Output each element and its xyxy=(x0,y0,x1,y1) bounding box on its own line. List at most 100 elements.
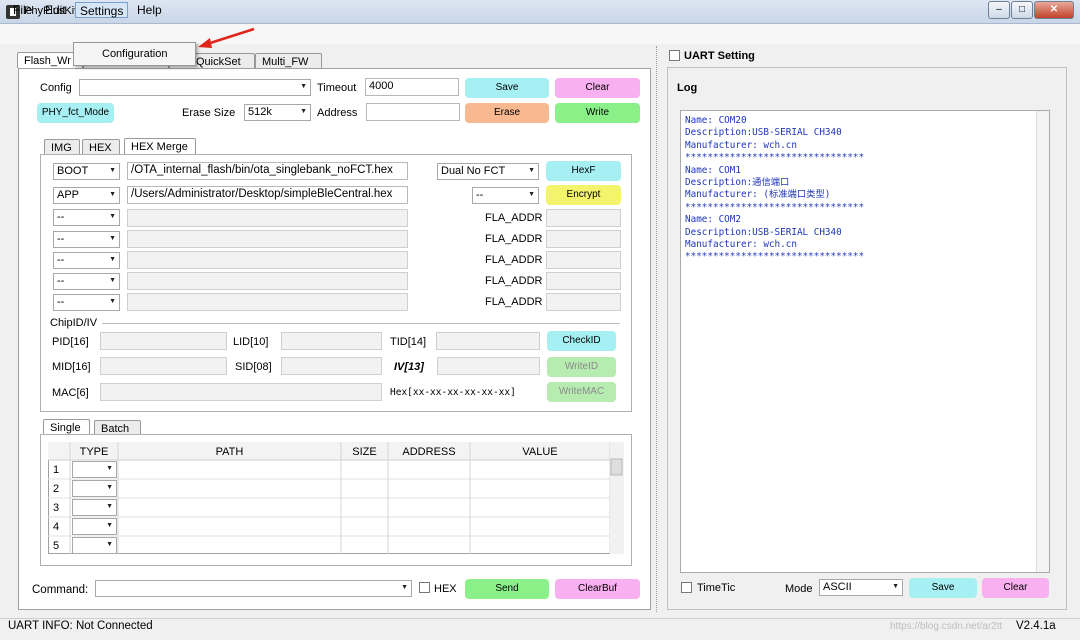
tab-multi-fw[interactable]: Multi_FW xyxy=(255,53,322,69)
mode-combo[interactable]: ASCII xyxy=(819,579,903,596)
col-address: ADDRESS xyxy=(402,446,456,458)
timeout-input[interactable]: 4000 xyxy=(365,78,459,96)
erase-size-combo[interactable]: 512k xyxy=(244,104,311,121)
tab-hex-merge[interactable]: HEX Merge xyxy=(124,138,196,154)
tid-input[interactable] xyxy=(436,332,540,350)
writemac-button[interactable]: WriteMAC xyxy=(547,382,616,402)
boot-path-input[interactable]: /OTA_internal_flash/bin/ota_singlebank_n… xyxy=(127,162,408,180)
app-path-input[interactable]: /Users/Administrator/Desktop/simpleBleCe… xyxy=(127,186,408,204)
row-type-combo[interactable] xyxy=(72,537,117,554)
col-type: TYPE xyxy=(79,446,109,458)
encrypt-combo[interactable]: -- xyxy=(472,187,539,204)
hex-format-label: Hex[xx-xx-xx-xx-xx-xx] xyxy=(390,387,516,398)
fla-addr-input[interactable] xyxy=(546,272,621,290)
chipid-group-title: ChipID/IV xyxy=(50,317,101,329)
row5-type-combo[interactable]: -- xyxy=(53,252,120,269)
log-title: Log xyxy=(677,82,698,94)
writeid-button[interactable]: WriteID xyxy=(547,357,616,377)
menu-settings[interactable]: Settings xyxy=(75,2,129,18)
col-value: VALUE xyxy=(522,446,558,458)
col-path: PATH xyxy=(215,446,244,458)
fla-addr-label: FLA_ADDR xyxy=(485,254,543,266)
checkid-button[interactable]: CheckID xyxy=(547,331,616,351)
save-button[interactable]: Save xyxy=(465,78,549,98)
address-label: Address xyxy=(317,107,358,119)
row-number: 1 xyxy=(53,464,60,476)
iv-input[interactable] xyxy=(437,357,540,375)
lid-input[interactable] xyxy=(281,332,382,350)
col-size: SIZE xyxy=(352,446,377,458)
mac-label: MAC[6] xyxy=(52,387,89,399)
row-type-combo[interactable] xyxy=(72,480,117,497)
version-text: V2.4.1a xyxy=(1016,620,1056,632)
log-clear-button[interactable]: Clear xyxy=(982,578,1049,598)
clearbuf-button[interactable]: ClearBuf xyxy=(555,579,640,599)
log-scrollbar[interactable] xyxy=(1036,111,1049,572)
maximize-button[interactable]: □ xyxy=(1011,1,1033,19)
menu-edit[interactable]: Edit xyxy=(41,2,70,18)
config-label: Config xyxy=(40,82,72,94)
timetic-checkbox[interactable] xyxy=(681,582,692,593)
fla-addr-label: FLA_ADDR xyxy=(485,233,543,245)
row3-path-input[interactable] xyxy=(127,209,408,227)
timetic-label: TimeTic xyxy=(697,582,736,594)
write-button[interactable]: Write xyxy=(555,103,640,123)
row3-type-combo[interactable]: -- xyxy=(53,209,120,226)
hex-checkbox[interactable] xyxy=(419,582,430,593)
fla-addr-label: FLA_ADDR xyxy=(485,212,543,224)
mid-input[interactable] xyxy=(100,357,227,375)
uart-setting-checkbox[interactable] xyxy=(669,50,680,61)
timeout-label: Timeout xyxy=(317,82,357,94)
fla-addr-input[interactable] xyxy=(546,209,621,227)
red-arrow-annotation xyxy=(198,27,255,48)
log-save-button[interactable]: Save xyxy=(909,578,977,598)
row7-type-combo[interactable]: -- xyxy=(53,294,120,311)
menu-file[interactable]: File xyxy=(9,2,36,18)
lid-label: LID[10] xyxy=(233,336,269,348)
mac-input[interactable] xyxy=(100,383,382,401)
hexf-button[interactable]: HexF xyxy=(546,161,621,181)
chipid-group-line xyxy=(102,323,620,324)
minimize-button[interactable]: – xyxy=(988,1,1010,19)
tab-img[interactable]: IMG xyxy=(44,139,80,155)
row4-path-input[interactable] xyxy=(127,230,408,248)
command-label: Command: xyxy=(32,584,89,596)
erase-size-label: Erase Size xyxy=(182,107,236,119)
row6-path-input[interactable] xyxy=(127,272,408,290)
table-grid xyxy=(48,442,624,554)
phy-fct-mode-button[interactable]: PHY_fct_Mode xyxy=(37,103,114,123)
row5-path-input[interactable] xyxy=(127,251,408,269)
row-type-combo[interactable] xyxy=(72,461,117,478)
pid-input[interactable] xyxy=(100,332,227,350)
fla-addr-input[interactable] xyxy=(546,293,621,311)
tid-label: TID[14] xyxy=(390,336,427,348)
watermark-text: https://blog.csdn.net/ar2tt xyxy=(890,621,1003,632)
sid-input[interactable] xyxy=(281,357,382,375)
row-type-combo[interactable] xyxy=(72,499,117,516)
boot-type-combo[interactable]: BOOT xyxy=(53,163,120,180)
splitter[interactable] xyxy=(656,46,657,612)
tab-hex[interactable]: HEX xyxy=(82,139,120,155)
menu-item-configuration[interactable]: Configuration xyxy=(102,48,167,60)
app-type-combo[interactable]: APP xyxy=(53,187,120,204)
erase-button[interactable]: Erase xyxy=(465,103,549,123)
row7-path-input[interactable] xyxy=(127,293,408,311)
clear-button[interactable]: Clear xyxy=(555,78,640,98)
send-button[interactable]: Send xyxy=(465,579,549,599)
mode-label: Mode xyxy=(785,583,813,595)
fla-addr-input[interactable] xyxy=(546,230,621,248)
row-type-combo[interactable] xyxy=(72,518,117,535)
log-content: Name: COM20 Description:USB-SERIAL CH340… xyxy=(685,115,865,263)
settings-dropdown: Configuration xyxy=(73,42,196,66)
fct-mode-combo[interactable]: Dual No FCT xyxy=(437,163,539,180)
config-combo[interactable] xyxy=(79,79,311,96)
menu-help[interactable]: Help xyxy=(133,2,166,18)
encrypt-button[interactable]: Encrypt xyxy=(546,185,621,205)
close-button[interactable]: ✕ xyxy=(1034,1,1074,19)
tab-single[interactable]: Single xyxy=(43,419,90,435)
row6-type-combo[interactable]: -- xyxy=(53,273,120,290)
row4-type-combo[interactable]: -- xyxy=(53,231,120,248)
fla-addr-input[interactable] xyxy=(546,251,621,269)
command-combo[interactable] xyxy=(95,580,412,597)
address-input[interactable] xyxy=(366,103,460,121)
